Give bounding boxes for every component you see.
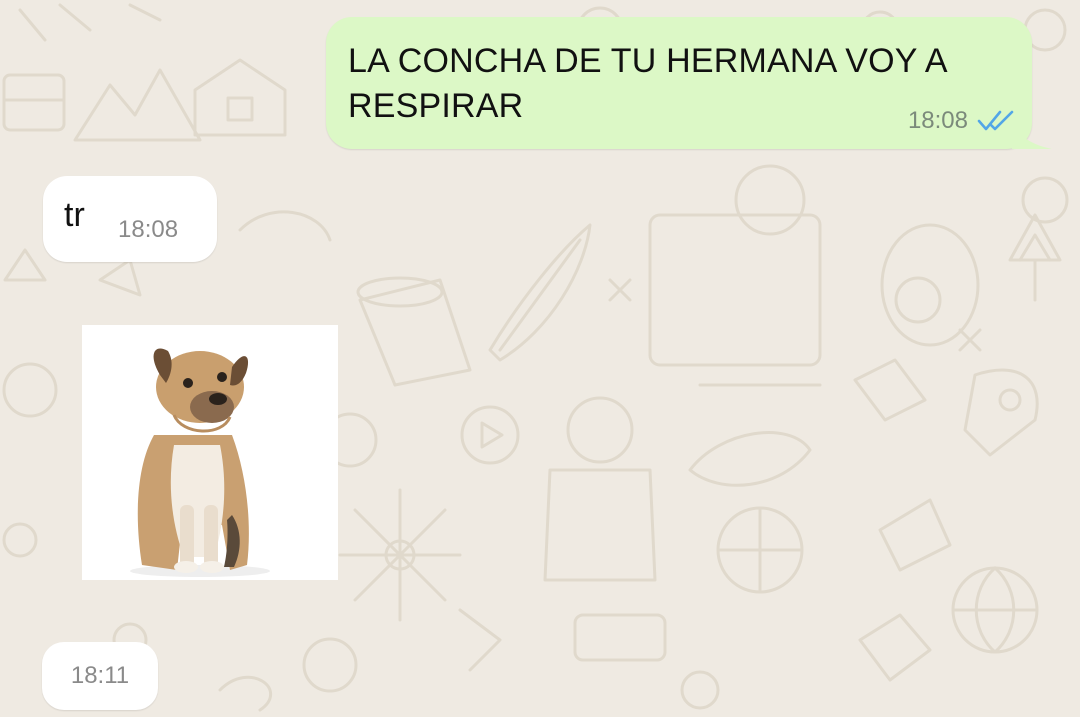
message-meta: 18:08 [908,107,1016,135]
double-check-read-icon [977,110,1014,131]
outgoing-message-bubble[interactable]: LA CONCHA DE TU HERMANA VOY A RESPIRAR 1… [326,17,1052,149]
incoming-message-bubble[interactable]: 18:11 [42,642,158,710]
dog-illustration [82,325,338,580]
message-time: 18:08 [907,107,968,134]
message-text: tr [64,196,85,234]
bubble-tail [1012,123,1052,149]
sad-dog-sticker[interactable] [82,325,338,580]
message-time: 18:11 [70,662,130,689]
message-time: 18:08 [118,216,179,243]
incoming-message-bubble[interactable]: tr 18:08 [43,176,217,262]
